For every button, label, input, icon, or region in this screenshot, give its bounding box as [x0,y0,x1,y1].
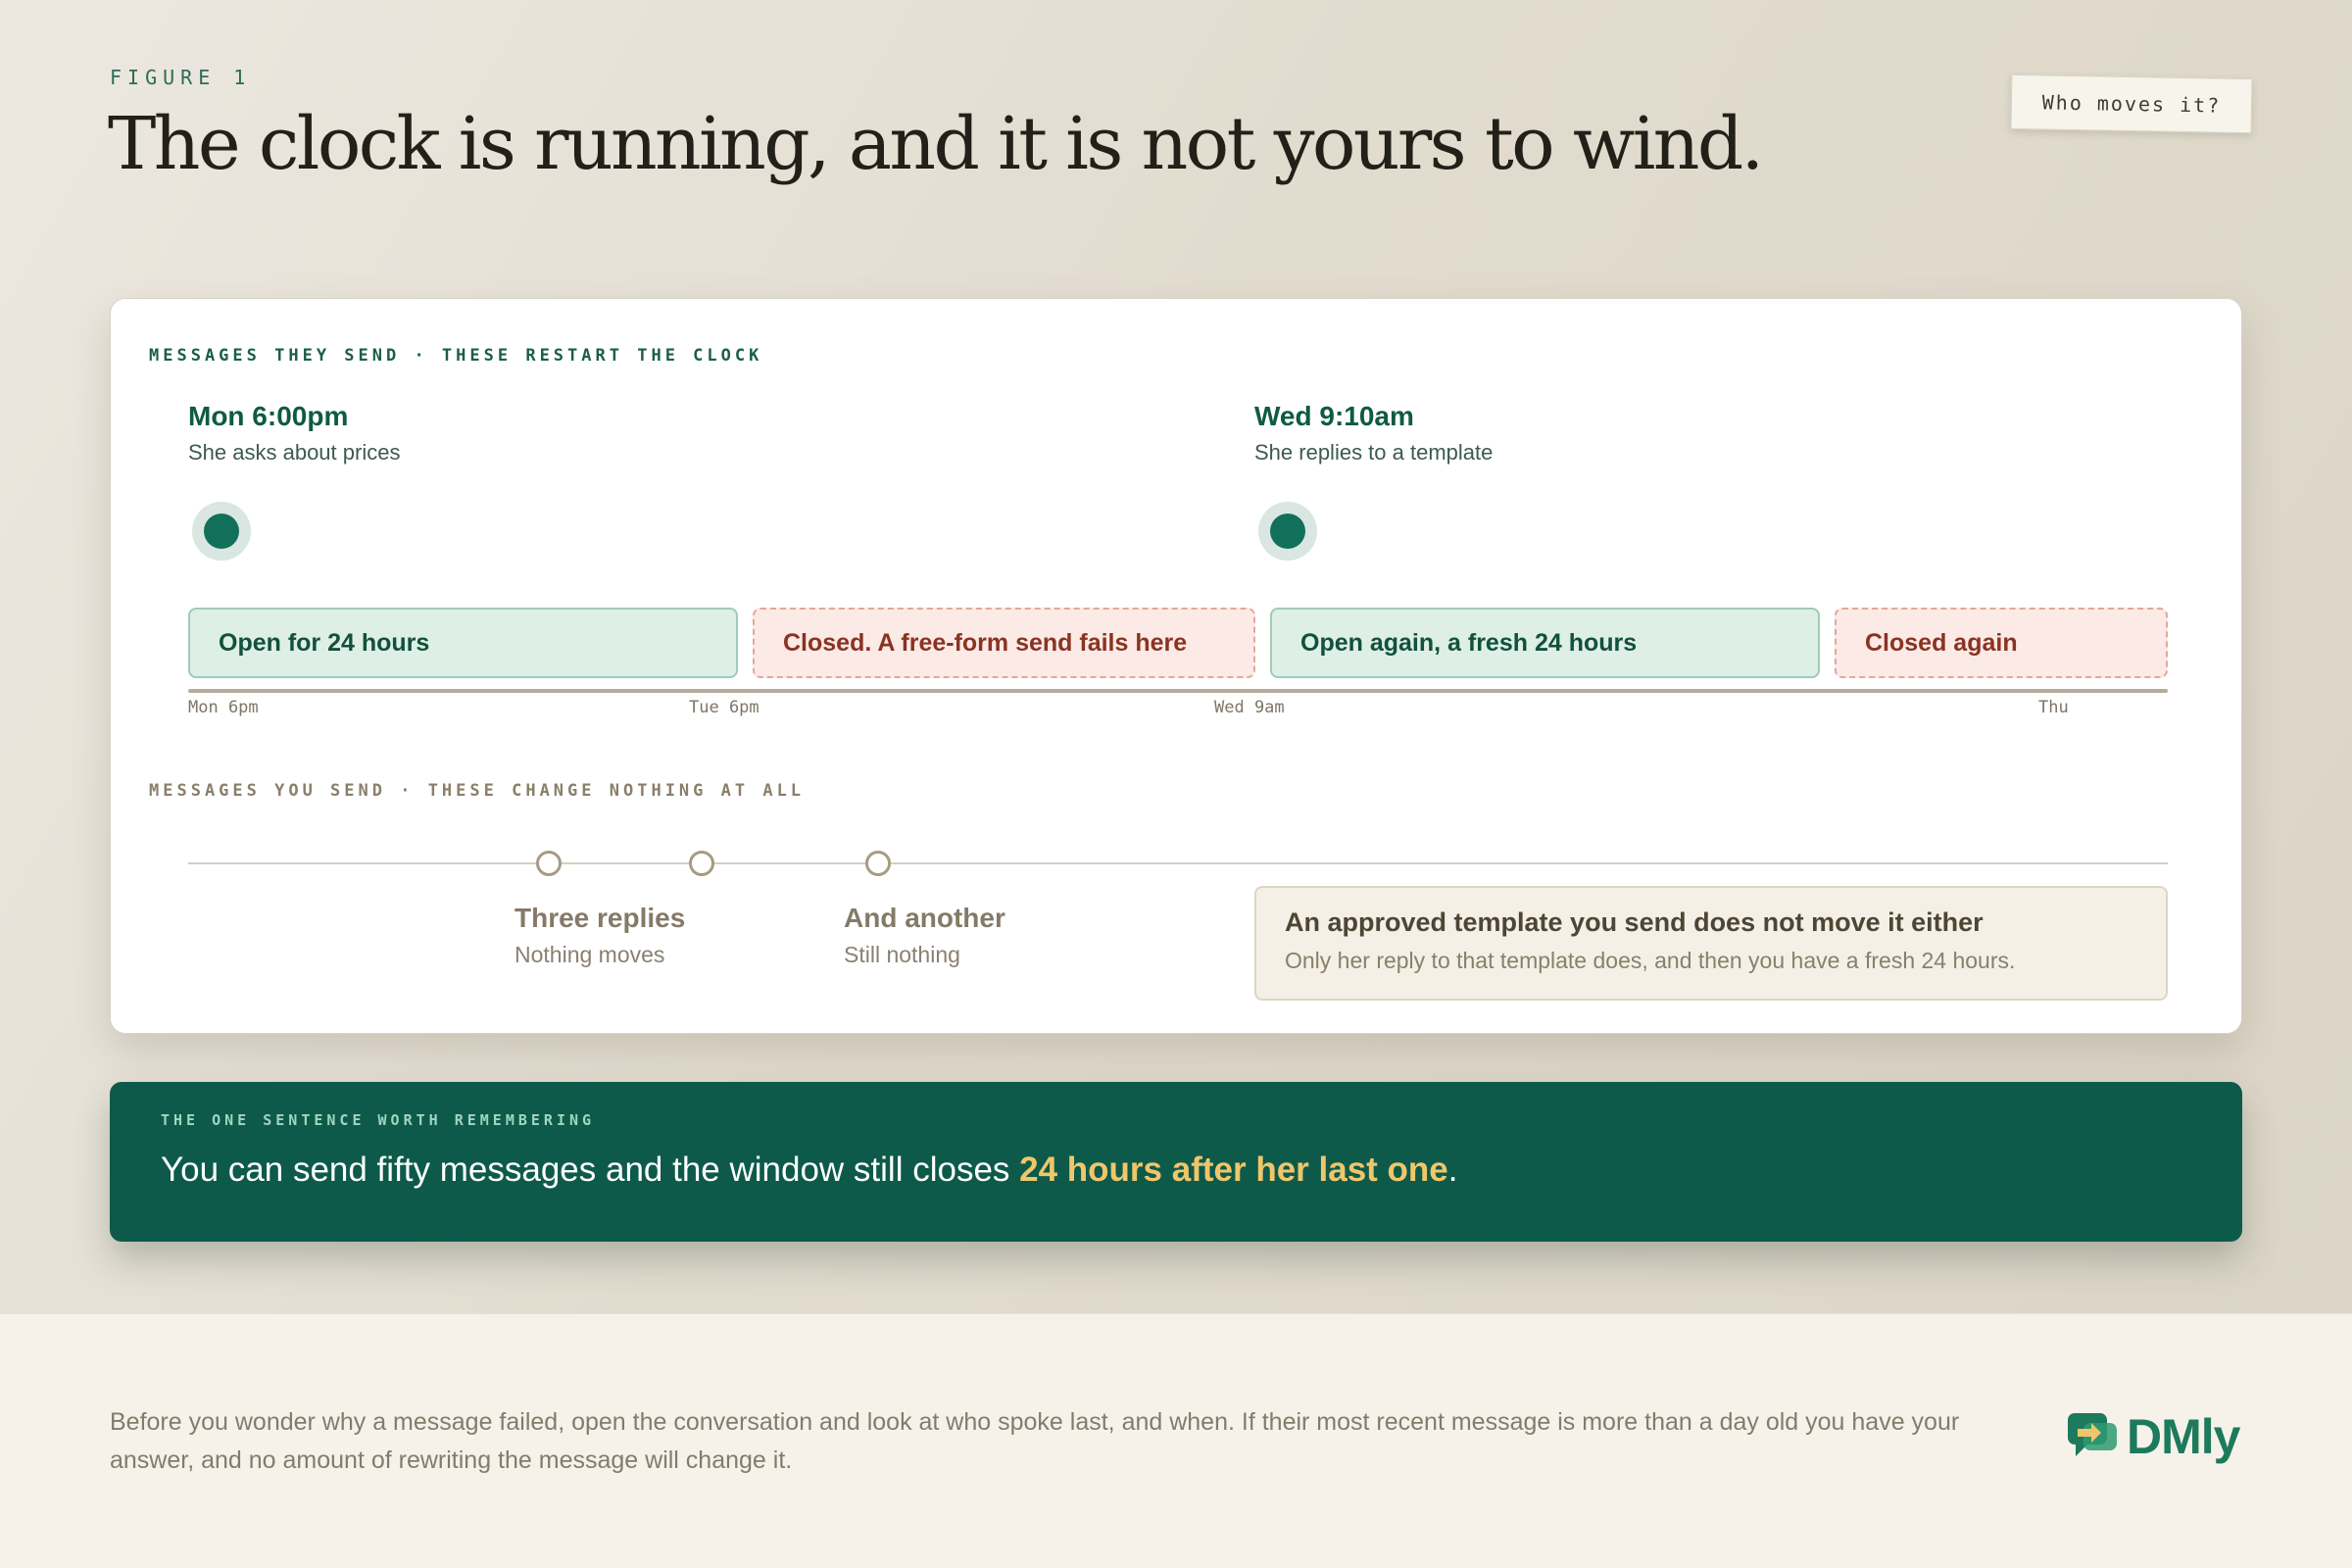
segment-open-1: Open for 24 hours [188,608,738,678]
event-time: Mon 6:00pm [188,401,349,431]
you-event-desc: Nothing moves [514,942,665,967]
logo-wordmark: DMly [2127,1409,2240,1464]
you-event-desc: Still nothing [844,942,960,967]
you-message-marker [865,851,891,876]
event-time: Wed 9:10am [1254,401,1414,431]
template-note: An approved template you send does not m… [1254,886,2168,1001]
you-message-marker [689,851,714,876]
you-event-replies: Three replies Nothing moves [514,903,685,968]
you-message-marker [536,851,562,876]
sentence-end: . [1447,1151,1458,1189]
you-event-title: Three replies [514,903,686,933]
sentence-highlight: 24 hours after her last one [1019,1151,1448,1189]
event-marker-mon [192,502,251,561]
tick-label: Tue 6pm [689,698,760,717]
timeline-axis [188,689,2168,693]
you-timeline-line [188,862,2168,864]
chat-arrow-icon [2068,1413,2117,1456]
sentence-start: You can send fifty messages and the wind… [161,1151,1020,1189]
segment-open-2: Open again, a fresh 24 hours [1270,608,1820,678]
figure-label: FIGURE 1 [110,66,252,89]
event-marker-wed [1258,502,1317,561]
section-label-they: MESSAGES THEY SEND · THESE RESTART THE C… [149,346,763,366]
brand-logo: DMly [2064,1409,2240,1464]
key-takeaway-banner: THE ONE SENTENCE WORTH REMEMBERING You c… [110,1082,2242,1242]
note-desc: Only her reply to that template does, an… [1285,948,2016,973]
sticker-note: Who moves it? [2010,74,2253,134]
section-label-you: MESSAGES YOU SEND · THESE CHANGE NOTHING… [149,781,806,801]
tick-label: Thu [2038,698,2069,717]
segment-closed-2: Closed again [1835,608,2168,678]
tick-label: Wed 9am [1214,698,1285,717]
event-desc: She replies to a template [1254,440,1494,465]
you-event-title: And another [844,903,1005,933]
event-wed: Wed 9:10am She replies to a template [1254,401,1493,466]
tick-label: Mon 6pm [188,698,259,717]
event-mon: Mon 6:00pm She asks about prices [188,401,400,466]
you-event-another: And another Still nothing [844,903,1005,968]
banner-sentence: You can send fifty messages and the wind… [161,1151,1458,1190]
banner-label: THE ONE SENTENCE WORTH REMEMBERING [161,1111,596,1129]
footer-text: Before you wonder why a message failed, … [110,1408,1960,1474]
event-desc: She asks about prices [188,440,401,465]
timeline-card: MESSAGES THEY SEND · THESE RESTART THE C… [110,298,2242,1034]
note-title: An approved template you send does not m… [1285,907,1984,937]
page-title: The clock is running, and it is not your… [108,102,1764,186]
segment-closed-1: Closed. A free-form send fails here [753,608,1255,678]
